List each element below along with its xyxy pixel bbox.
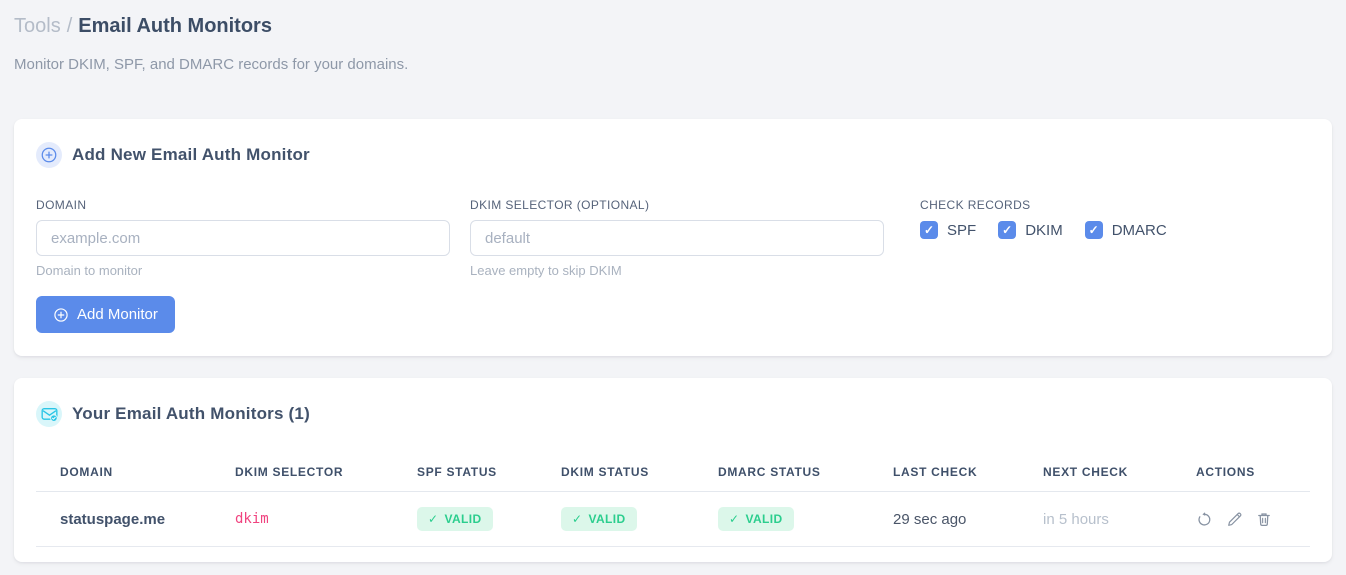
col-dmarc-status: DMARC STATUS [694, 457, 869, 492]
breadcrumb-section[interactable]: Tools [14, 15, 61, 37]
check-icon: ✓ [428, 512, 439, 526]
domain-field-group: DOMAIN Domain to monitor [36, 198, 450, 278]
monitor-next-check: in 5 hours [1019, 491, 1172, 547]
checkbox-spf-label: SPF [947, 221, 977, 239]
col-next-check: NEXT CHECK [1019, 457, 1172, 492]
checkbox-spf[interactable]: ✓ SPF [920, 221, 976, 239]
page-subtitle: Monitor DKIM, SPF, and DMARC records for… [14, 56, 409, 73]
domain-helper: Domain to monitor [36, 263, 143, 278]
dkim-status-text: VALID [588, 512, 626, 526]
spf-status-badge: ✓ VALID [417, 507, 493, 531]
dmarc-status-cell: ✓ VALID [694, 491, 869, 547]
table-row: statuspage.me dkim ✓ VALID ✓ VALID ✓ VALID … [36, 491, 1310, 547]
add-monitor-button-label: Add Monitor [77, 306, 158, 323]
monitor-domain: statuspage.me [36, 491, 211, 547]
dkim-selector-label: DKIM SELECTOR (OPTIONAL) [470, 198, 650, 212]
checkbox-dmarc[interactable]: ✓ DMARC [1084, 221, 1167, 239]
checkbox-checked-icon: ✓ [920, 221, 938, 239]
check-icon: ✓ [1002, 223, 1013, 237]
spf-status-text: VALID [444, 512, 482, 526]
checkbox-dkim[interactable]: ✓ DKIM [998, 221, 1063, 239]
dkim-selector-helper: Leave empty to skip DKIM [470, 263, 622, 278]
monitor-dkim-selector: dkim [211, 491, 393, 547]
monitors-card-title: Your Email Auth Monitors (1) [72, 404, 310, 423]
domain-label: DOMAIN [36, 198, 87, 212]
breadcrumb: Tools / Email Auth Monitors [14, 0, 1332, 40]
add-monitor-card: Add New Email Auth Monitor DOMAIN Domain… [14, 119, 1332, 356]
check-records-group: CHECK RECORDS ✓ SPF ✓ DKIM ✓ DMARC [920, 198, 1189, 239]
check-records-options: ✓ SPF ✓ DKIM ✓ DMARC [920, 221, 1189, 239]
envelope-check-icon [36, 401, 62, 427]
add-card-header: Add New Email Auth Monitor [36, 142, 1310, 168]
check-icon: ✓ [923, 223, 935, 237]
col-domain: DOMAIN [36, 457, 211, 492]
circle-plus-icon [53, 307, 69, 323]
domain-input[interactable] [36, 220, 450, 256]
checkbox-checked-icon: ✓ [1084, 221, 1103, 239]
pencil-icon[interactable] [1226, 511, 1243, 528]
circle-plus-icon [36, 142, 62, 168]
col-dkim-selector: DKIM SELECTOR [211, 457, 393, 492]
dkim-selector-field-group: DKIM SELECTOR (OPTIONAL) Leave empty to … [470, 198, 884, 278]
page-title: Email Auth Monitors [78, 15, 272, 37]
actions-cell [1172, 491, 1310, 547]
add-monitor-button[interactable]: Add Monitor [36, 296, 175, 333]
monitors-table: DOMAIN DKIM SELECTOR SPF STATUS DKIM STA… [36, 457, 1310, 547]
spf-status-cell: ✓ VALID [393, 491, 537, 547]
breadcrumb-separator: / [66, 15, 73, 37]
add-card-title: Add New Email Auth Monitor [72, 145, 310, 164]
col-actions: ACTIONS [1172, 457, 1310, 492]
table-header-row: DOMAIN DKIM SELECTOR SPF STATUS DKIM STA… [36, 457, 1310, 492]
dkim-status-cell: ✓ VALID [537, 491, 694, 547]
dkim-status-badge: ✓ VALID [561, 507, 637, 531]
col-last-check: LAST CHECK [869, 457, 1019, 492]
col-spf-status: SPF STATUS [393, 457, 537, 492]
check-icon: ✓ [1088, 223, 1099, 237]
refresh-icon[interactable] [1196, 511, 1213, 528]
checkbox-checked-icon: ✓ [998, 221, 1017, 239]
check-records-label: CHECK RECORDS [920, 198, 1031, 212]
check-icon: ✓ [729, 512, 740, 526]
col-dkim-status: DKIM STATUS [537, 457, 694, 492]
dkim-selector-input[interactable] [470, 220, 884, 256]
monitors-card: Your Email Auth Monitors (1) DOMAIN DKIM… [14, 378, 1332, 562]
dmarc-status-badge: ✓ VALID [718, 507, 794, 531]
monitors-card-header: Your Email Auth Monitors (1) [36, 401, 1310, 427]
checkbox-dkim-label: DKIM [1025, 221, 1063, 239]
checkbox-dmarc-label: DMARC [1111, 221, 1167, 239]
monitor-last-check: 29 sec ago [869, 491, 1019, 547]
add-monitor-form: DOMAIN Domain to monitor DKIM SELECTOR (… [36, 198, 1310, 278]
trash-icon[interactable] [1256, 511, 1272, 528]
dmarc-status-text: VALID [745, 512, 783, 526]
check-icon: ✓ [572, 512, 583, 526]
page: Tools / Email Auth Monitors Monitor DKIM, … [0, 0, 1346, 562]
